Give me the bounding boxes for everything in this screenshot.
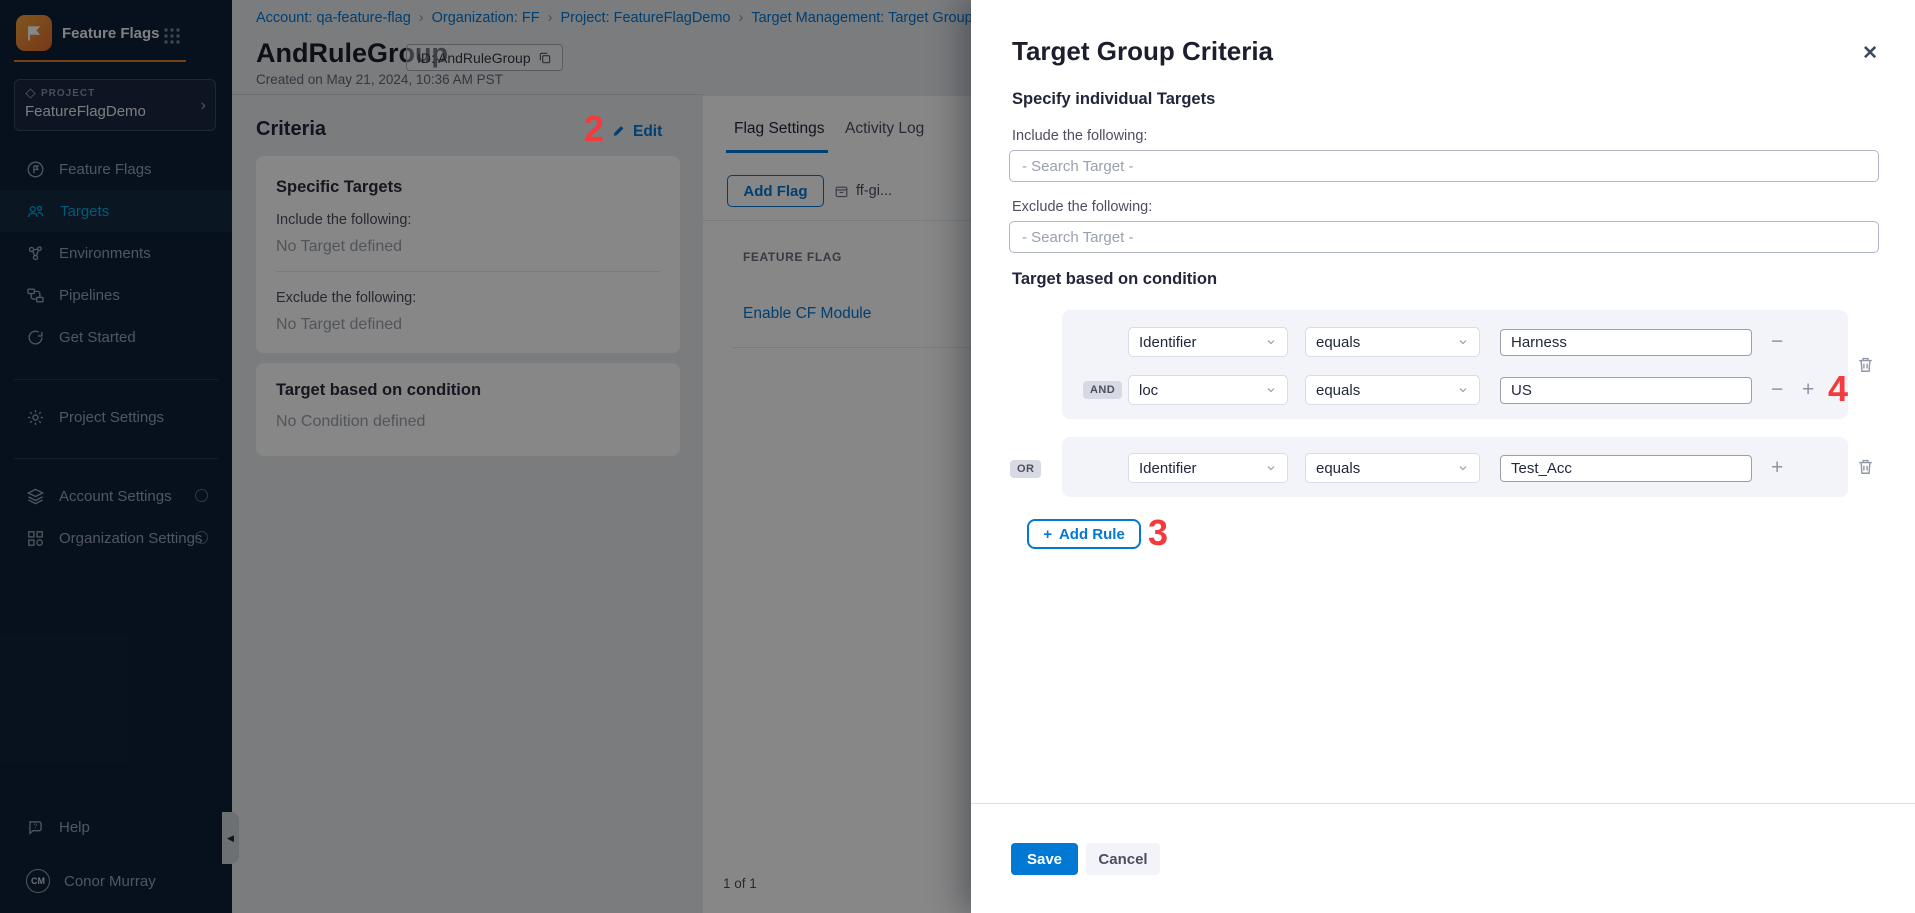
app-root: Feature Flags PROJECT FeatureFlagDemo › [0,0,1915,913]
rule-group-1: Identifier equals − AND loc equals − + [1062,310,1848,419]
condition-value-input[interactable] [1500,329,1752,356]
close-icon[interactable]: ✕ [1862,42,1878,65]
remove-value-icon[interactable]: − [1771,331,1783,352]
drawer-include-label: Include the following: [1012,128,1147,144]
annotation-step-3: 3 [1148,512,1168,554]
attribute-select[interactable]: Identifier [1128,327,1288,357]
add-rule-button[interactable]: + Add Rule [1027,519,1141,549]
exclude-target-search-input[interactable] [1009,221,1879,253]
add-value-icon[interactable]: + [1802,379,1814,400]
chevron-down-icon [1457,336,1469,348]
specify-individual-targets-heading: Specify individual Targets [1012,90,1215,109]
target-group-criteria-drawer: ✕ Target Group Criteria Specify individu… [971,0,1915,913]
include-target-search-input[interactable] [1009,150,1879,182]
plus-icon: + [1043,526,1052,543]
remove-value-icon[interactable]: − [1771,379,1783,400]
add-value-icon[interactable]: + [1771,457,1783,478]
operator-select[interactable]: equals [1305,375,1480,405]
delete-rule-icon[interactable] [1856,355,1876,375]
attribute-select[interactable]: loc [1128,375,1288,405]
drawer-footer-divider [971,803,1915,804]
attribute-select[interactable]: Identifier [1128,453,1288,483]
target-based-on-condition-heading: Target based on condition [1012,270,1217,289]
condition-value-input[interactable] [1500,455,1752,482]
chevron-down-icon [1457,384,1469,396]
or-connector-chip: OR [1010,460,1041,478]
operator-select[interactable]: equals [1305,327,1480,357]
chevron-down-icon [1457,462,1469,474]
cancel-button[interactable]: Cancel [1086,843,1160,875]
save-button[interactable]: Save [1011,843,1078,875]
delete-rule-icon[interactable] [1856,457,1876,477]
operator-select[interactable]: equals [1305,453,1480,483]
annotation-step-2: 2 [584,108,604,150]
condition-value-input[interactable] [1500,377,1752,404]
chevron-down-icon [1265,336,1277,348]
chevron-down-icon [1265,384,1277,396]
and-connector-chip: AND [1083,381,1122,399]
chevron-down-icon [1265,462,1277,474]
drawer-title: Target Group Criteria [1012,36,1273,67]
rule-group-2: Identifier equals + [1062,437,1848,497]
annotation-step-4: 4 [1828,368,1848,410]
drawer-exclude-label: Exclude the following: [1012,199,1152,215]
